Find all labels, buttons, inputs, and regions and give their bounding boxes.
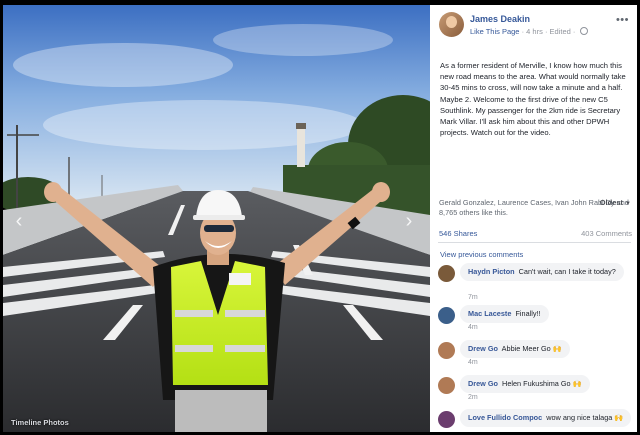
author-name[interactable]: James Deakin [470, 14, 530, 24]
commenter-avatar[interactable] [438, 377, 455, 394]
commenter-name[interactable]: Love Fullido Compoc [468, 413, 542, 422]
commenter-name[interactable]: Mac Laceste [468, 309, 511, 318]
like-page-link[interactable]: Like This Page [470, 27, 519, 36]
comment-sort-dropdown[interactable]: Oldest ▼ [600, 198, 631, 207]
comment-bubble: Haydn Picton Can't wait, can I take it t… [460, 263, 624, 281]
caret-down-icon: ▼ [625, 201, 631, 207]
next-photo-arrow-icon[interactable]: › [401, 210, 417, 232]
comment-text: Abbie Meer Go [501, 344, 551, 353]
post-photo[interactable]: ‹ › Timeline Photos [3, 5, 430, 432]
more-options-icon[interactable]: ••• [616, 14, 629, 26]
commenter-name[interactable]: Drew Go [468, 379, 498, 388]
comments-count[interactable]: 403 Comments [581, 229, 632, 238]
comment-time[interactable]: 4m [468, 359, 478, 366]
raised-hands-icon: 🙌 [572, 379, 582, 388]
commenter-avatar[interactable] [438, 342, 455, 359]
author-avatar[interactable] [439, 12, 464, 37]
comment-bubble: Mac Laceste Finally!! [460, 305, 549, 323]
comment-text: Finally!! [515, 309, 541, 318]
commenter-name[interactable]: Drew Go [468, 344, 498, 353]
album-caption[interactable]: Timeline Photos [11, 418, 69, 427]
comment-bubble: Love Fullido Compoc wow ang nice talaga … [460, 409, 632, 427]
comment-text: Can't wait, can I take it today? [518, 267, 616, 276]
previous-photo-arrow-icon[interactable]: ‹ [11, 210, 27, 232]
commenter-avatar[interactable] [438, 411, 455, 428]
view-previous-comments-link[interactable]: View previous comments [440, 250, 523, 259]
post-time[interactable]: 4 hrs [526, 27, 543, 36]
comment-bubble: Drew Go Helen Fukushima Go 🙌 [460, 375, 590, 393]
post-side-panel: James Deakin Like This Page · 4 hrs · Ed… [430, 5, 637, 432]
comment-time[interactable]: 4m [468, 324, 478, 331]
comment-bubble: Drew Go Abbie Meer Go 🙌 [460, 340, 570, 358]
comment-text: Helen Fukushima Go [502, 379, 571, 388]
comment-time[interactable]: 2m [468, 394, 478, 401]
commenter-name[interactable]: Haydn Picton [468, 267, 515, 276]
engagement-counts: 546 Shares 403 Comments [439, 229, 632, 238]
road-photo-image [3, 5, 430, 432]
photo-viewer: ‹ › Timeline Photos James Deakin Like Th… [3, 5, 637, 432]
comment-text: wow ang nice talaga [546, 413, 613, 422]
commenter-avatar[interactable] [438, 265, 455, 282]
post-meta: Like This Page · 4 hrs · Edited · [470, 27, 588, 36]
raised-hands-icon: 🙌 [614, 413, 624, 422]
edited-label[interactable]: Edited [550, 27, 571, 36]
raised-hands-icon: 🙌 [552, 344, 562, 353]
divider [438, 242, 631, 243]
sort-label: Oldest [599, 198, 624, 207]
globe-icon[interactable] [579, 27, 588, 35]
commenter-avatar[interactable] [438, 307, 455, 324]
meta-separator: · [572, 27, 578, 36]
post-header: James Deakin Like This Page · 4 hrs · Ed… [430, 5, 637, 45]
post-text: As a former resident of Merville, I know… [440, 61, 626, 138]
shares-count[interactable]: 546 Shares [439, 229, 477, 238]
comment-time[interactable]: 7m [468, 294, 478, 301]
